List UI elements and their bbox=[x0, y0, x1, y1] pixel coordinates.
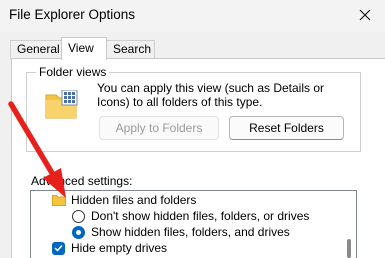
tree-scrollbar[interactable] bbox=[343, 191, 356, 258]
tab-general[interactable]: General bbox=[10, 40, 62, 59]
radio-show-hidden[interactable]: Show hidden files, folders, and drives bbox=[72, 224, 290, 240]
close-icon bbox=[359, 9, 371, 21]
folder-views-label: Folder views bbox=[36, 65, 110, 79]
window-title: File Explorer Options bbox=[9, 7, 136, 22]
checkmark-icon bbox=[54, 244, 63, 252]
checkbox-checked[interactable] bbox=[52, 241, 65, 255]
checkbox-hide-empty-drives[interactable]: Hide empty drives bbox=[52, 240, 167, 256]
tab-search[interactable]: Search bbox=[106, 40, 155, 59]
apply-to-folders-button[interactable]: Apply to Folders bbox=[99, 116, 219, 140]
folder-icon bbox=[52, 195, 66, 206]
reset-folders-button[interactable]: Reset Folders bbox=[229, 116, 344, 140]
radio-label: Show hidden files, folders, and drives bbox=[91, 225, 290, 239]
title-bar: File Explorer Options bbox=[0, 0, 385, 32]
folder-views-description: You can apply this view (such as Details… bbox=[97, 81, 325, 109]
advanced-settings-tree[interactable]: Hidden files and folders Don't show hidd… bbox=[30, 190, 357, 258]
scrollbar-thumb[interactable] bbox=[347, 239, 351, 258]
tab-view[interactable]: View bbox=[61, 37, 107, 60]
tree-item-label: Hidden files and folders bbox=[71, 193, 197, 207]
radio-button-checked[interactable] bbox=[72, 225, 85, 239]
radio-button[interactable] bbox=[72, 209, 85, 223]
tree-item-hidden-files-and-folders[interactable]: Hidden files and folders bbox=[52, 192, 196, 208]
folder-view-icon bbox=[45, 89, 79, 123]
close-button[interactable] bbox=[354, 4, 376, 26]
advanced-settings-label: Advanced settings: bbox=[31, 174, 133, 188]
radio-label: Don't show hidden files, folders, or dri… bbox=[91, 209, 310, 223]
checkbox-label: Hide empty drives bbox=[71, 241, 168, 255]
radio-dont-show-hidden[interactable]: Don't show hidden files, folders, or dri… bbox=[72, 208, 309, 224]
